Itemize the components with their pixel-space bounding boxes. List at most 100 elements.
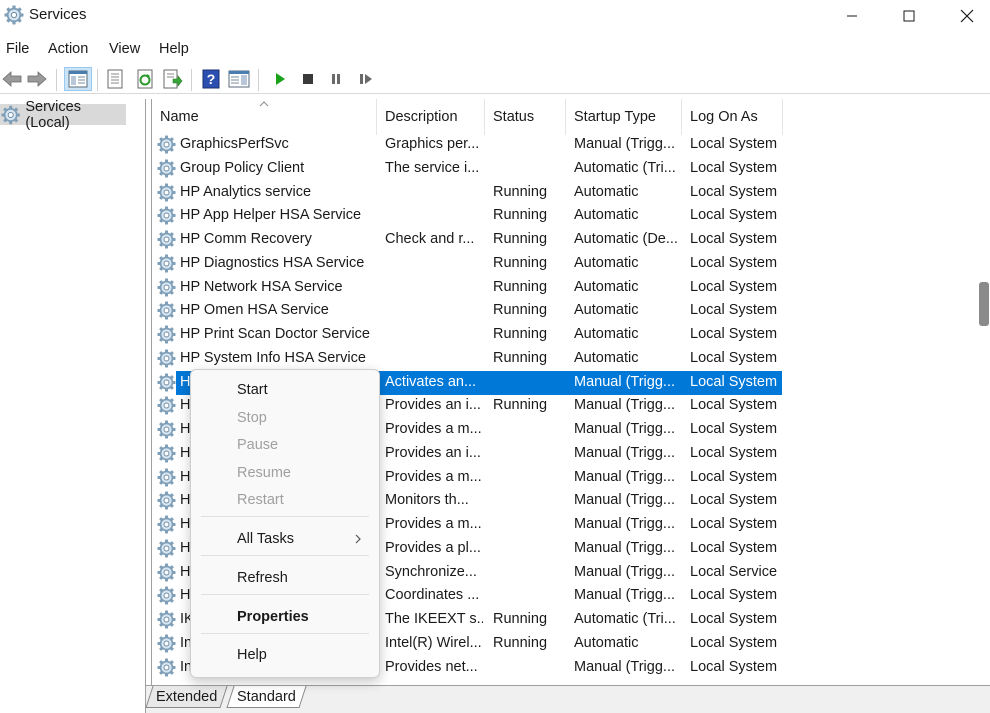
menu-item-help[interactable]: Help bbox=[237, 647, 267, 663]
cell-startup: Automatic (De... bbox=[574, 231, 678, 247]
pause-service-icon bbox=[332, 74, 340, 84]
back-button[interactable] bbox=[0, 67, 24, 91]
menu-item-properties[interactable]: Properties bbox=[237, 609, 309, 625]
cell-startup: Manual (Trigg... bbox=[574, 587, 675, 604]
menu-action[interactable]: Action bbox=[48, 41, 88, 57]
column-header-status[interactable]: Status bbox=[485, 99, 566, 135]
cell-description: Provides an i... bbox=[385, 444, 481, 461]
column-logon-label: Log On As bbox=[690, 109, 758, 125]
svg-text:?: ? bbox=[207, 71, 216, 87]
cell-description: Intel(R) Wirel... bbox=[385, 634, 482, 651]
cell-description: The IKEEXT s... bbox=[385, 611, 483, 627]
scrollbar-thumb[interactable] bbox=[979, 282, 989, 326]
export-list-button[interactable] bbox=[161, 67, 185, 91]
cell-logon: Local System bbox=[690, 231, 778, 247]
table-row[interactable]: HP App Helper HSA Service Running Automati… bbox=[152, 204, 782, 228]
pause-service-button[interactable] bbox=[324, 67, 348, 91]
show-hide-action-pane-icon bbox=[228, 70, 250, 88]
properties-button[interactable] bbox=[103, 67, 127, 91]
service-gear-icon bbox=[157, 230, 176, 249]
minimize-button[interactable] bbox=[823, 0, 881, 32]
column-name-label: Name bbox=[160, 109, 199, 125]
console-tree: Services (Local) bbox=[0, 99, 146, 713]
cell-logon: Local System bbox=[690, 136, 778, 152]
menu-separator bbox=[201, 594, 369, 595]
forward-button[interactable] bbox=[25, 67, 49, 91]
table-row[interactable]: HP Diagnostics HSA Service Running Automat… bbox=[152, 252, 782, 276]
cell-description: Synchronize... bbox=[385, 563, 477, 580]
table-row[interactable]: HP Omen HSA Service Running Automatic Local… bbox=[152, 299, 782, 323]
show-hide-console-tree-button[interactable] bbox=[64, 67, 92, 91]
help-button[interactable]: ? bbox=[199, 67, 223, 91]
close-button[interactable] bbox=[938, 0, 990, 32]
service-gear-icon bbox=[157, 325, 176, 344]
service-gear-icon bbox=[157, 277, 176, 297]
table-row[interactable]: GraphicsPerfSvc Graphics per... Manual (Tr… bbox=[152, 133, 782, 157]
cell-startup: Manual (Trigg... bbox=[574, 516, 675, 532]
cell-logon: Local System bbox=[690, 658, 778, 675]
column-header-name[interactable]: Name bbox=[152, 99, 377, 135]
cell-logon: Local System bbox=[690, 539, 778, 556]
menu-item-start[interactable]: Start bbox=[237, 382, 268, 398]
stop-service-button[interactable] bbox=[296, 67, 320, 91]
cell-startup: Manual (Trigg... bbox=[574, 539, 675, 556]
cell-name: HP Diagnostics HSA Service bbox=[180, 254, 365, 271]
menu-view[interactable]: View bbox=[109, 41, 140, 57]
column-header-log-on-as[interactable]: Log On As bbox=[682, 99, 783, 135]
cell-name: HP Analytics service bbox=[180, 183, 312, 200]
table-row[interactable]: HP Comm Recovery Check and r... Running Aut… bbox=[152, 228, 782, 252]
menu-item-resume: Resume bbox=[237, 465, 291, 481]
cell-name: HP Omen HSA Service bbox=[180, 302, 329, 319]
sort-ascending-icon bbox=[259, 101, 269, 107]
maximize-button[interactable] bbox=[880, 0, 938, 32]
cell-status: Running bbox=[493, 207, 548, 224]
cell-name: HP App Helper HSA Service bbox=[180, 207, 362, 224]
cell-name: GraphicsPerfSvc bbox=[180, 136, 289, 152]
service-gear-icon bbox=[157, 467, 176, 487]
table-row[interactable]: HP Network HSA Service Running Automatic Lo… bbox=[152, 276, 782, 300]
cell-description: Monitors th... bbox=[385, 492, 469, 509]
menu-item-all-tasks[interactable]: All Tasks bbox=[237, 531, 294, 547]
service-gear-icon bbox=[157, 301, 176, 321]
table-row[interactable]: HP Print Scan Doctor Service Running Autom… bbox=[152, 323, 782, 347]
vertical-scrollbar[interactable] bbox=[974, 99, 990, 685]
cell-description: Provides an i... bbox=[385, 397, 481, 414]
service-gear-icon bbox=[157, 206, 176, 226]
cell-startup: Manual (Trigg... bbox=[574, 397, 675, 414]
cell-logon: Local System bbox=[690, 183, 778, 200]
resume-service-button[interactable] bbox=[354, 67, 378, 91]
cell-startup: Manual (Trigg... bbox=[574, 444, 675, 461]
service-gear-icon bbox=[157, 562, 176, 582]
title-bar: Services bbox=[0, 0, 990, 34]
table-row[interactable]: HP System Info HSA Service Running Automat… bbox=[152, 347, 782, 371]
service-gear-icon bbox=[157, 135, 176, 154]
menu-item-refresh[interactable]: Refresh bbox=[237, 570, 288, 586]
table-row[interactable]: Group Policy Client The service i... Autom… bbox=[152, 157, 782, 181]
refresh-button[interactable] bbox=[133, 67, 157, 91]
tab-standard[interactable]: Standard bbox=[226, 686, 307, 708]
column-header-startup-type[interactable]: Startup Type bbox=[566, 99, 682, 135]
menu-bar: File Action View Help bbox=[0, 38, 990, 62]
cell-description: Provides a pl... bbox=[385, 539, 481, 556]
cell-status: Running bbox=[493, 231, 548, 247]
properties-icon bbox=[107, 69, 123, 89]
resume-service-icon bbox=[360, 74, 372, 84]
show-hide-action-pane-button[interactable] bbox=[227, 67, 251, 91]
tab-extended[interactable]: Extended bbox=[145, 686, 228, 708]
start-service-button[interactable] bbox=[268, 67, 292, 91]
table-row[interactable]: HP Analytics service Running Automatic Loca… bbox=[152, 181, 782, 205]
cell-logon: Local System bbox=[690, 444, 778, 461]
column-header-description[interactable]: Description bbox=[377, 99, 485, 135]
menu-help[interactable]: Help bbox=[159, 41, 189, 57]
cell-logon: Local System bbox=[690, 468, 778, 485]
menu-file[interactable]: File bbox=[6, 41, 29, 57]
cell-logon: Local System bbox=[690, 302, 778, 319]
service-gear-icon bbox=[157, 420, 176, 439]
column-startup-label: Startup Type bbox=[574, 109, 656, 125]
tree-item-services-local[interactable]: Services (Local) bbox=[0, 99, 126, 131]
stop-service-icon bbox=[303, 74, 313, 84]
service-gear-icon bbox=[157, 633, 176, 653]
service-gear-icon bbox=[157, 443, 176, 463]
context-menu: Start Stop Pause Resume Restart All Task… bbox=[190, 369, 380, 678]
window-title: Services bbox=[29, 6, 87, 23]
